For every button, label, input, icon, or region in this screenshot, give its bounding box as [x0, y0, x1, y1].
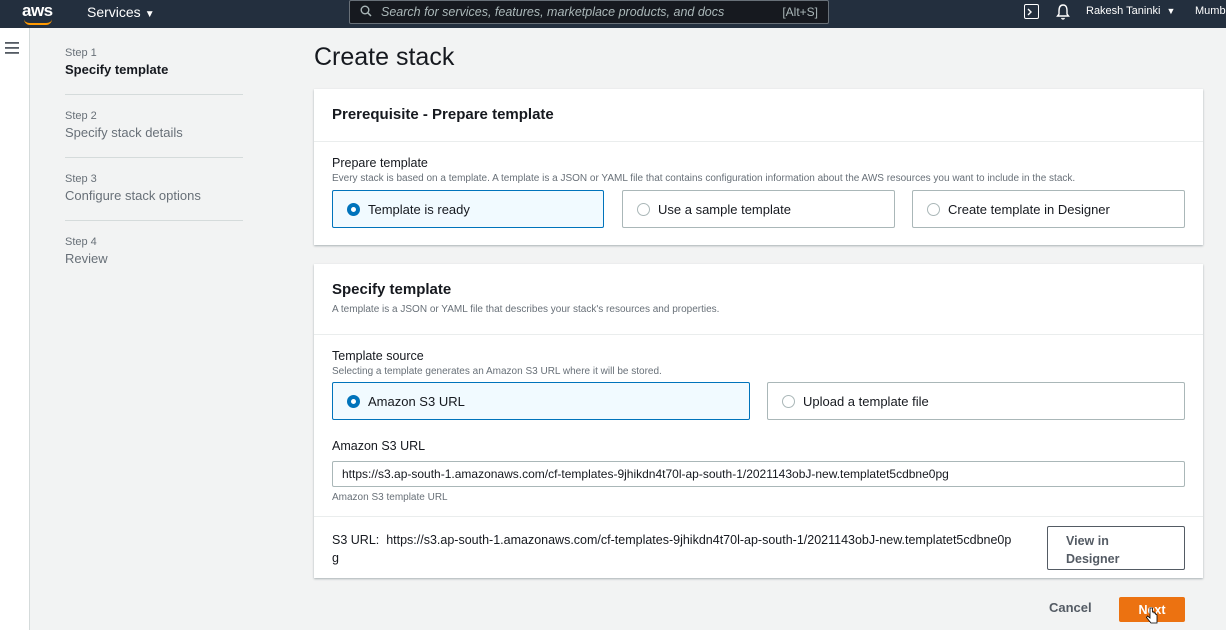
step-number: Step 4: [65, 236, 97, 248]
field-description: Selecting a template generates an Amazon…: [332, 366, 662, 377]
radio-selected-icon: [347, 203, 360, 216]
aws-logo-smile-icon: [24, 19, 52, 25]
radio-icon: [927, 203, 940, 216]
bell-icon[interactable]: [1055, 3, 1071, 21]
divider: [65, 94, 243, 95]
radio-upload-template[interactable]: Upload a template file: [767, 382, 1185, 420]
radio-template-ready[interactable]: Template is ready: [332, 190, 604, 228]
cursor-icon: [1146, 607, 1158, 624]
field-description: Every stack is based on a template. A te…: [332, 173, 1076, 184]
aws-logo[interactable]: aws: [22, 1, 53, 21]
user-name: Rakesh Taninki: [1086, 5, 1161, 17]
radio-icon: [637, 203, 650, 216]
search-shortcut: [Alt+S]: [782, 5, 818, 19]
radio-icon: [782, 395, 795, 408]
radio-label: Upload a template file: [803, 394, 929, 409]
cancel-button[interactable]: Cancel: [1049, 600, 1092, 615]
radio-label: Use a sample template: [658, 202, 791, 217]
radio-label: Create template in Designer: [948, 202, 1110, 217]
search-placeholder: Search for services, features, marketpla…: [381, 5, 725, 19]
button-label: Designer: [1066, 552, 1120, 566]
step-name: Specify template: [65, 62, 169, 77]
radio-sample-template[interactable]: Use a sample template: [622, 190, 895, 228]
s3-url-value: https://s3.ap-south-1.amazonaws.com/cf-t…: [386, 533, 1012, 547]
region-menu[interactable]: Mumb: [1195, 5, 1226, 17]
services-label: Services: [87, 4, 141, 20]
radio-amazon-s3-url[interactable]: Amazon S3 URL: [332, 382, 750, 420]
panel-title: Specify template: [332, 281, 452, 298]
step-number: Step 2: [65, 110, 97, 122]
s3-url-display: S3 URL: https://s3.ap-south-1.amazonaws.…: [332, 531, 1047, 567]
search-icon: [360, 5, 372, 17]
panel-title: Prerequisite - Prepare template: [332, 106, 554, 123]
panel-header: Prerequisite - Prepare template: [314, 89, 1203, 142]
step-2: Step 2 Specify stack details: [65, 110, 245, 140]
s3-url-input[interactable]: [332, 461, 1185, 487]
user-menu[interactable]: Rakesh Taninki ▼: [1086, 5, 1175, 17]
caret-down-icon: ▼: [144, 9, 155, 20]
divider: [65, 220, 243, 221]
radio-label: Template is ready: [368, 202, 470, 217]
prerequisite-panel: Prerequisite - Prepare template Prepare …: [314, 89, 1203, 245]
panel-description: A template is a JSON or YAML file that d…: [332, 304, 720, 315]
step-3: Step 3 Configure stack options: [65, 173, 245, 203]
s3-url-value-continued: g: [332, 551, 339, 565]
field-label: Prepare template: [332, 156, 428, 170]
radio-selected-icon: [347, 395, 360, 408]
step-name: Specify stack details: [65, 125, 183, 140]
cloudshell-icon[interactable]: [1024, 4, 1039, 19]
radio-label: Amazon S3 URL: [368, 394, 465, 409]
specify-template-panel: Specify template A template is a JSON or…: [314, 264, 1203, 578]
search-input[interactable]: Search for services, features, marketpla…: [349, 0, 829, 24]
view-in-designer-button[interactable]: View in Designer: [1047, 526, 1185, 570]
button-label: View in: [1066, 534, 1109, 548]
cloudshell-prompt-icon: [1027, 8, 1032, 16]
s3-url-prefix: S3 URL:: [332, 533, 380, 547]
step-name: Configure stack options: [65, 188, 201, 203]
services-menu[interactable]: Services ▼: [87, 4, 155, 20]
step-name: Review: [65, 251, 108, 266]
step-number: Step 3: [65, 173, 97, 185]
step-4: Step 4 Review: [65, 236, 245, 266]
step-1[interactable]: Step 1 Specify template: [65, 47, 245, 77]
caret-down-icon: ▼: [1166, 6, 1176, 16]
divider: [314, 516, 1203, 517]
field-label: Template source: [332, 349, 424, 363]
side-rail: [0, 28, 30, 630]
top-nav: aws Services ▼ Search for services, featu…: [0, 0, 1226, 28]
panel-header: Specify template A template is a JSON or…: [314, 264, 1203, 335]
page-title: Create stack: [314, 43, 455, 71]
radio-designer-template[interactable]: Create template in Designer: [912, 190, 1185, 228]
step-number: Step 1: [65, 47, 97, 59]
field-hint: Amazon S3 template URL: [332, 492, 448, 503]
field-label: Amazon S3 URL: [332, 439, 426, 453]
divider: [65, 157, 243, 158]
menu-icon[interactable]: [5, 42, 19, 54]
